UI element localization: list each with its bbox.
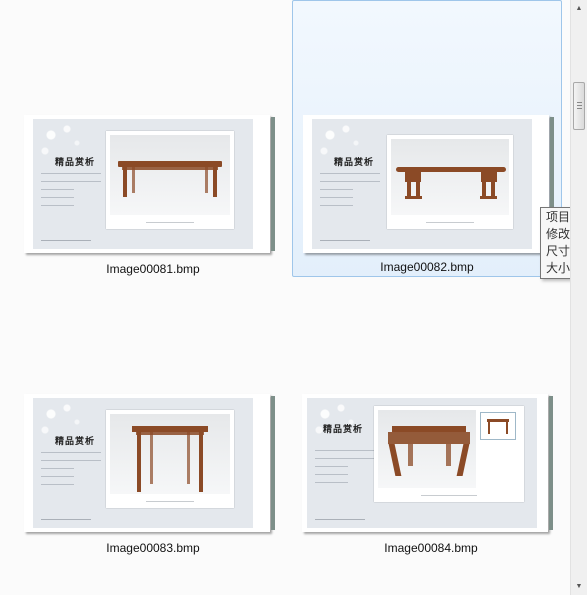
slide-title: 精品赏析 [55, 158, 96, 168]
thumbnail: 精品赏析 [24, 115, 275, 253]
footer-line [315, 519, 365, 520]
file-view-pane: 精品赏析 Image00081.bmp 精品赏析 Image00082.bmp … [0, 0, 587, 595]
file-tile-image00081[interactable]: 精品赏析 Image00081.bmp [18, 2, 288, 279]
photo-controls [378, 492, 520, 498]
chevron-down-icon: ▼ [575, 582, 583, 590]
photo-controls [110, 219, 230, 225]
file-name: Image00082.bmp [380, 260, 474, 274]
slide-preview: 精品赏析 [33, 119, 253, 249]
info-lines [41, 173, 101, 213]
photo-frame [387, 135, 513, 229]
file-tile-image00084[interactable]: 精品赏析 Image00084.bmp [296, 281, 566, 558]
footer-line [41, 240, 91, 241]
slide-title: 精品赏析 [323, 425, 364, 435]
slide-preview: 精品赏析 [312, 119, 532, 249]
carved-table-photo [378, 410, 476, 488]
scroll-up-button[interactable]: ▲ [571, 0, 587, 16]
scroll-down-button[interactable]: ▼ [571, 578, 587, 594]
slide-preview: 精品赏析 [33, 398, 253, 528]
thumbnail-edge [549, 396, 553, 530]
slide-title: 精品赏析 [55, 437, 96, 447]
info-lines [320, 173, 380, 213]
thumbnail: 精品赏析 [303, 115, 554, 253]
photo-controls [391, 219, 509, 225]
square-table-photo [110, 414, 230, 494]
info-lines [315, 450, 375, 490]
footer-line [41, 519, 91, 520]
file-name: Image00081.bmp [106, 262, 200, 276]
file-tile-image00083[interactable]: 精品赏析 Image00083.bmp [18, 281, 288, 558]
file-tile-image00082[interactable]: 精品赏析 Image00082.bmp [292, 0, 562, 277]
table-photo [110, 135, 230, 215]
slide-preview: 精品赏析 [307, 398, 537, 528]
info-lines [41, 452, 101, 492]
vertical-scrollbar[interactable]: ▲ ▼ [570, 0, 587, 595]
chevron-up-icon: ▲ [575, 4, 583, 12]
slide-title: 精品赏析 [334, 158, 375, 168]
scrollbar-thumb[interactable] [573, 82, 585, 130]
file-name: Image00083.bmp [106, 541, 200, 555]
thumbnail: 精品赏析 [24, 394, 275, 532]
thumbnail-edge [271, 117, 275, 251]
photo-frame [374, 406, 524, 502]
photo-frame [106, 410, 234, 508]
thumbnail-edge [271, 396, 275, 530]
footer-line [320, 240, 370, 241]
photo-frame [106, 131, 234, 229]
bench-photo [391, 139, 509, 215]
photo-controls [110, 498, 230, 504]
mini-thumbnail [480, 412, 516, 440]
thumbnail: 精品赏析 [302, 394, 553, 532]
file-name: Image00084.bmp [384, 541, 478, 555]
